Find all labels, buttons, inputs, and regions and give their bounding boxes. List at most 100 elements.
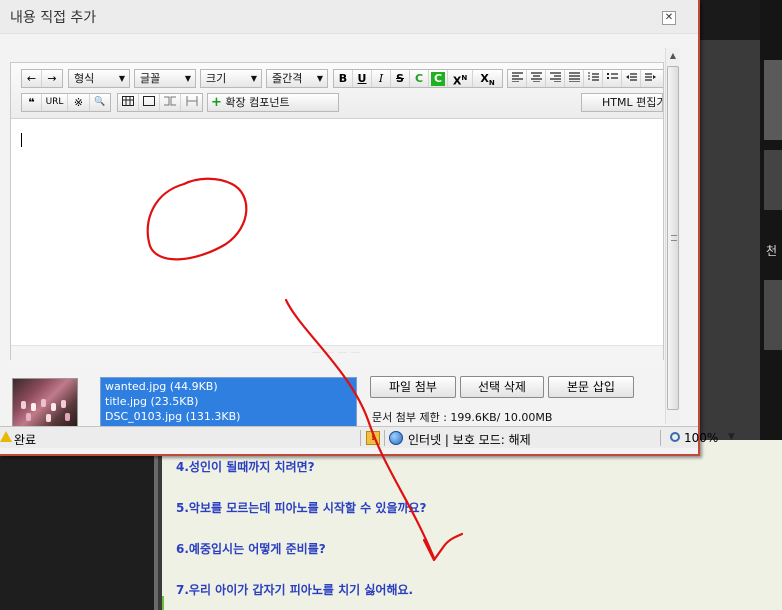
size-label: 크기 — [206, 72, 227, 85]
merge-cells-button[interactable] — [160, 94, 181, 111]
outdent-button[interactable] — [622, 70, 641, 87]
zoom-dropdown-icon[interactable]: ▼ — [728, 432, 735, 442]
background-block — [764, 280, 782, 350]
insert-into-body-button[interactable]: 본문 삽입 — [548, 376, 634, 398]
warning-icon — [0, 431, 12, 442]
arrow-left-icon: ← — [26, 72, 37, 85]
faq-link-7[interactable]: 7.우리 아이가 갑자기 피아노를 치기 싫어해요. — [176, 581, 413, 598]
text-cursor — [21, 133, 22, 147]
arrow-right-icon: → — [47, 72, 57, 85]
alignment-group — [507, 69, 663, 88]
scroll-thumb[interactable] — [667, 66, 679, 410]
ordered-list-icon — [587, 72, 599, 81]
attachment-file-item[interactable]: title.jpg (23.5KB) — [105, 395, 198, 408]
box-button[interactable] — [139, 94, 160, 111]
extend-component-label: 확장 컴포넌트 — [225, 96, 290, 109]
attach-file-button[interactable]: 파일 첨부 — [370, 376, 456, 398]
split-cells-button[interactable] — [181, 94, 202, 111]
quote-button[interactable]: ❝ — [22, 94, 42, 111]
size-dropdown[interactable]: 크기 ▼ — [200, 69, 262, 88]
indent-icon — [645, 73, 656, 81]
editor-toolbar: ← → 형식 ▼ 글꼴 ▼ 크기 ▼ 줄간격 ▼ B U I S C C XN XN — [11, 63, 663, 119]
undo-button[interactable]: ← — [22, 70, 42, 87]
superscript-button[interactable]: XN — [448, 70, 473, 88]
align-left-icon — [511, 72, 523, 83]
align-center-button[interactable] — [527, 70, 546, 87]
extend-component-button[interactable]: + 확장 컴포넌트 — [207, 93, 339, 112]
find-button[interactable]: 🔍 — [90, 94, 110, 111]
editor-content-area[interactable] — [11, 121, 663, 359]
align-justify-button[interactable] — [565, 70, 584, 87]
editor-resize-bar[interactable]: — — — — — [11, 345, 663, 361]
bg-color-button[interactable]: C — [429, 70, 448, 87]
outdent-icon — [625, 73, 637, 81]
align-right-button[interactable] — [546, 70, 565, 87]
faq-link-6[interactable]: 6.예중입시는 어떻게 준비를? — [176, 540, 326, 557]
ordered-list-button[interactable] — [584, 70, 603, 87]
underline-button[interactable]: U — [353, 70, 372, 87]
background-block — [764, 150, 782, 210]
superscript-mark: N — [461, 74, 468, 82]
thumb-detail — [65, 413, 70, 421]
bold-button[interactable]: B — [334, 70, 353, 87]
format-label: 형식 — [74, 72, 95, 85]
popup-window: 내용 직접 추가 ✕ ← → 형식 ▼ 글꼴 ▼ 크기 ▼ 줄간격 ▼ B U I S … — [0, 0, 718, 456]
attachment-file-list[interactable]: wanted.jpg (44.9KB) title.jpg (23.5KB) D… — [100, 377, 357, 427]
quote-icon: ❝ — [28, 96, 35, 109]
attachment-file-item[interactable]: wanted.jpg (44.9KB) — [105, 380, 218, 393]
magnifier-icon: 🔍 — [94, 97, 106, 107]
subscript-label: X — [480, 72, 489, 85]
history-group: ← → — [21, 69, 63, 88]
delete-selected-button[interactable]: 선택 삭제 — [460, 376, 544, 398]
attachment-file-item[interactable]: DSC_0103.jpg (131.3KB) — [105, 410, 240, 423]
background-left-strip — [0, 440, 158, 610]
window-title: 내용 직접 추가 — [10, 10, 97, 26]
format-dropdown[interactable]: 형식 ▼ — [68, 69, 130, 88]
chevron-down-icon: ▼ — [250, 74, 257, 83]
text-color-button[interactable]: C — [410, 70, 429, 87]
scroll-grip-icon — [671, 235, 677, 241]
scroll-up-icon[interactable]: ▲ — [666, 48, 680, 64]
faq-list: 4.성인이 될때까지 치려면? 5.악보를 모르는데 피아노를 시작할 수 있을… — [162, 440, 782, 610]
line-height-label: 줄간격 — [272, 72, 303, 85]
url-button[interactable]: URL — [42, 94, 68, 111]
thumb-detail — [21, 401, 26, 409]
unordered-list-button[interactable] — [603, 70, 622, 87]
special-char-button[interactable]: ※ — [68, 94, 90, 111]
text-style-group: B U I S C C XN XN — [333, 69, 503, 88]
box-icon — [143, 96, 155, 106]
zoom-icon[interactable] — [670, 432, 680, 442]
subscript-button[interactable]: XN — [473, 70, 502, 87]
security-warning-icon[interactable]: ! — [366, 431, 380, 445]
attachment-thumbnail — [12, 378, 78, 428]
security-zone-text[interactable]: 인터넷 | 보호 모드: 해제 — [408, 431, 531, 448]
corner-decoration — [162, 596, 176, 610]
thumb-detail — [46, 414, 51, 422]
close-button[interactable]: ✕ — [662, 11, 676, 25]
plus-icon: + — [211, 95, 222, 110]
html-edit-button[interactable]: HTML 편집기 — [581, 93, 663, 112]
faq-link-5[interactable]: 5.악보를 모르는데 피아노를 시작할 수 있을까요? — [176, 499, 427, 516]
title-bar: 내용 직접 추가 ✕ — [0, 0, 698, 34]
background-right-strip — [760, 0, 782, 440]
browser-status-bar: 완료 ! 인터넷 | 보호 모드: 해제 100% — [0, 426, 718, 448]
thumb-detail — [31, 403, 36, 411]
align-center-icon — [530, 72, 542, 83]
strike-button[interactable]: S — [391, 70, 410, 87]
table-button[interactable] — [118, 94, 139, 111]
insert-group: ❝ URL ※ 🔍 — [21, 93, 111, 112]
resize-hint: — — — — — [311, 347, 361, 358]
redo-button[interactable]: → — [42, 70, 62, 87]
align-left-button[interactable] — [508, 70, 527, 87]
zoom-level[interactable]: 100% — [684, 431, 718, 445]
status-divider — [360, 430, 361, 446]
background-block — [764, 60, 782, 140]
bg-color-swatch: C — [431, 72, 445, 86]
italic-button[interactable]: I — [372, 70, 391, 87]
font-dropdown[interactable]: 글꼴 ▼ — [134, 69, 196, 88]
faq-link-4[interactable]: 4.성인이 될때까지 치려면? — [176, 458, 315, 475]
globe-icon — [389, 431, 403, 445]
indent-button[interactable] — [641, 70, 660, 87]
popup-scrollbar[interactable]: ▲ — [665, 48, 680, 424]
line-height-dropdown[interactable]: 줄간격 ▼ — [266, 69, 328, 88]
